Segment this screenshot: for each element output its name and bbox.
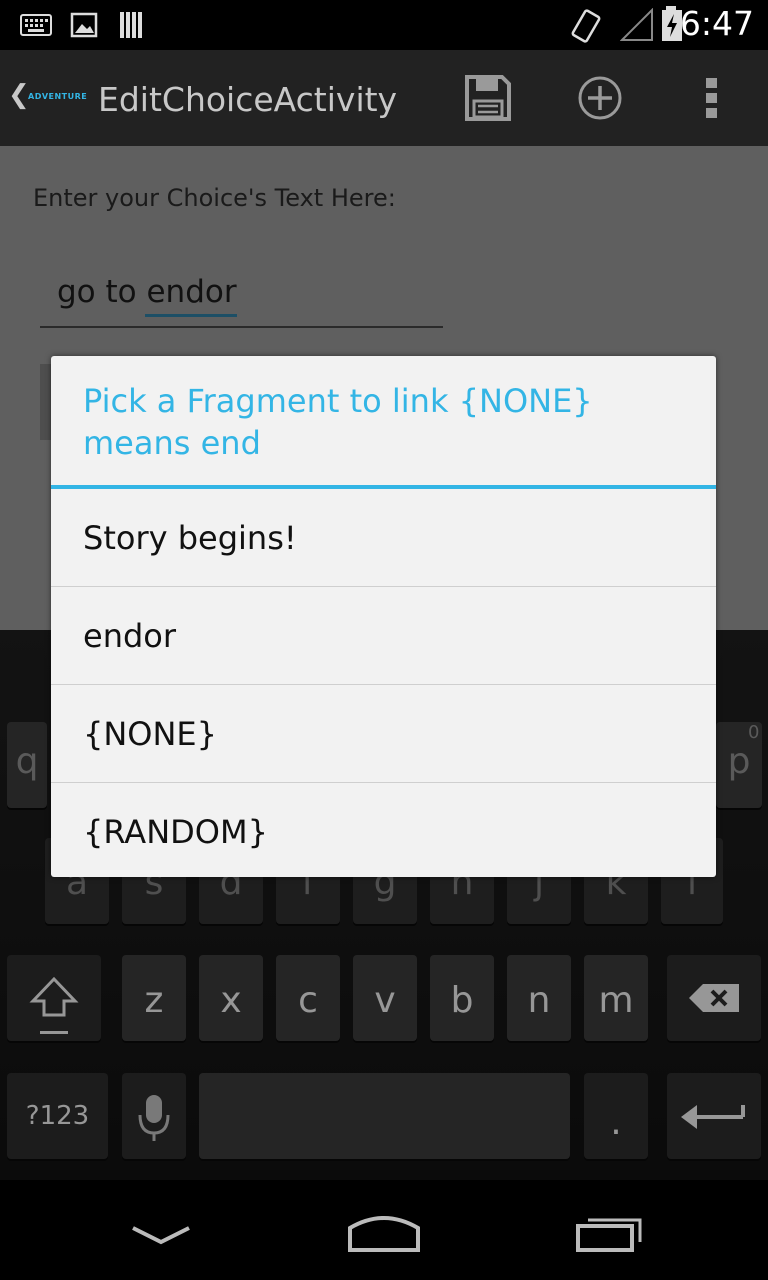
recent-apps-icon[interactable]	[574, 1214, 646, 1254]
option-label: {RANDOM}	[83, 813, 268, 851]
keyboard-notification-icon	[20, 14, 52, 36]
option-label: endor	[83, 617, 177, 655]
signal-icon	[620, 8, 653, 41]
fragment-picker-dialog: Pick a Fragment to link {NONE} means end…	[51, 356, 716, 877]
storage-notification-icon	[120, 12, 142, 38]
option-label: Story begins!	[83, 519, 297, 557]
vibrate-icon	[571, 9, 601, 43]
choice-text-value: go to endor	[57, 274, 237, 310]
app-logo[interactable]: ADVENTURE	[28, 92, 87, 101]
navigation-bar	[0, 1180, 768, 1280]
status-time: 6:47	[679, 4, 754, 43]
option-endor[interactable]: endor	[51, 587, 716, 685]
dialog-title: Pick a Fragment to link {NONE} means end	[83, 382, 593, 462]
overflow-menu-icon[interactable]	[704, 76, 720, 120]
choice-text-input[interactable]: go to endor	[40, 266, 443, 328]
status-bar: 6:47	[0, 0, 768, 50]
option-random[interactable]: {RANDOM}	[51, 783, 716, 880]
home-icon[interactable]	[346, 1212, 422, 1254]
up-chevron-icon[interactable]: ❮	[8, 80, 30, 110]
activity-title: EditChoiceActivity	[98, 80, 398, 119]
image-notification-icon	[70, 12, 98, 38]
back-icon[interactable]	[130, 1220, 192, 1248]
spell-underline	[145, 314, 237, 317]
option-story-begins[interactable]: Story begins!	[51, 489, 716, 587]
save-icon[interactable]	[464, 74, 512, 122]
option-label: {NONE}	[83, 715, 217, 753]
add-icon[interactable]	[576, 74, 624, 122]
action-bar: ❮ ADVENTURE EditChoiceActivity	[0, 50, 768, 146]
choice-text-prompt: Enter your Choice's Text Here:	[33, 184, 396, 212]
option-none[interactable]: {NONE}	[51, 685, 716, 783]
